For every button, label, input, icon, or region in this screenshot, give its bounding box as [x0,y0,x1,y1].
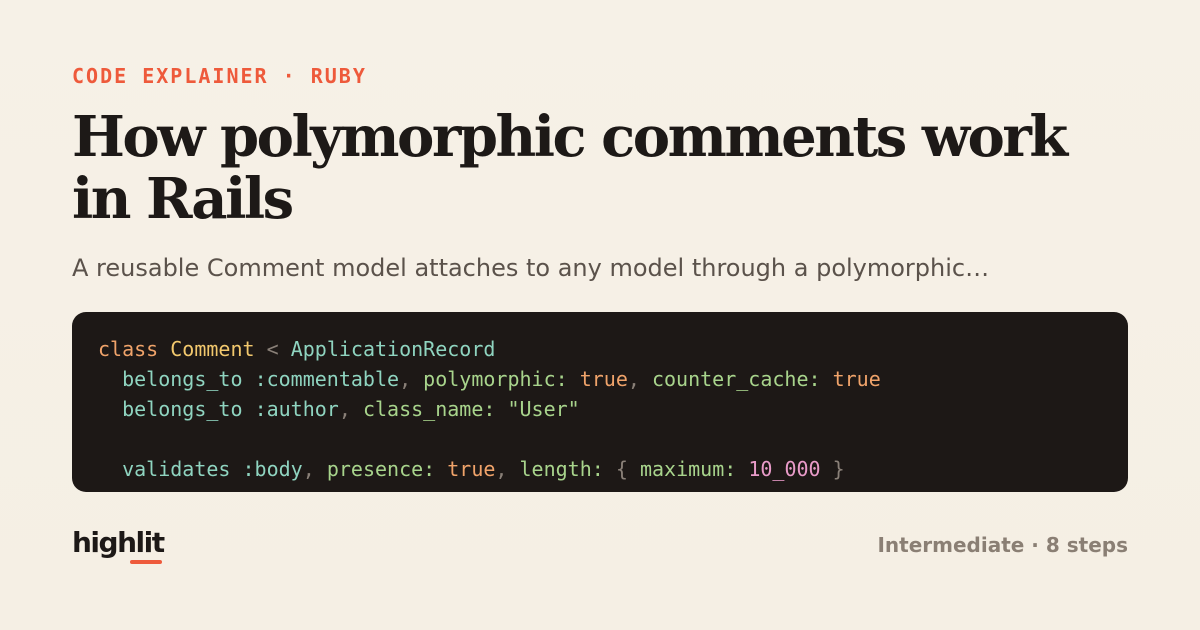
logo-underline-mark [130,560,162,564]
code-string: "User" [507,397,580,421]
difficulty-meta: Intermediate · 8 steps [877,533,1128,557]
code-keyword: class [98,337,159,361]
code-method: belongs_to [122,367,243,391]
code-line-3: belongs_to :author, class_name: "User" [98,394,1102,424]
code-key: length: [519,457,604,481]
code-punctuation: , [302,457,315,481]
code-key: class_name: [362,397,496,421]
code-line-1: class Comment < ApplicationRecord [98,334,1102,364]
code-number: 10_000 [748,457,821,481]
code-symbol: :body [242,457,303,481]
code-brace: } [832,457,845,481]
code-symbol: :commentable [254,367,400,391]
code-key: polymorphic: [423,367,568,391]
page-subtitle: A reusable Comment model attaches to any… [72,254,990,282]
code-punctuation: , [627,367,640,391]
code-symbol: :author [254,397,339,421]
code-parent-class: ApplicationRecord [290,337,496,361]
code-key: presence: [326,457,436,481]
code-method: belongs_to [122,397,243,421]
code-block: class Comment < ApplicationRecord belong… [72,312,1128,492]
code-method: validates [122,457,231,481]
code-key: counter_cache: [651,367,821,391]
code-key: maximum: [639,457,737,481]
code-line-5: validates :body, presence: true, length:… [98,454,1102,484]
code-boolean: true [832,367,881,391]
code-punctuation: , [399,367,412,391]
eyebrow-label: CODE EXPLAINER · RUBY [72,64,367,88]
code-boolean: true [579,367,628,391]
code-line-2: belongs_to :commentable, polymorphic: tr… [98,364,1102,394]
code-class-name: Comment [170,337,255,361]
highlit-logo: highlit [72,526,165,559]
code-punctuation: , [338,397,351,421]
code-operator: < [266,337,279,361]
code-boolean: true [447,457,496,481]
code-brace: { [615,457,628,481]
page-title: How polymorphic comments work in Rails [72,104,1068,232]
code-punctuation: , [495,457,508,481]
